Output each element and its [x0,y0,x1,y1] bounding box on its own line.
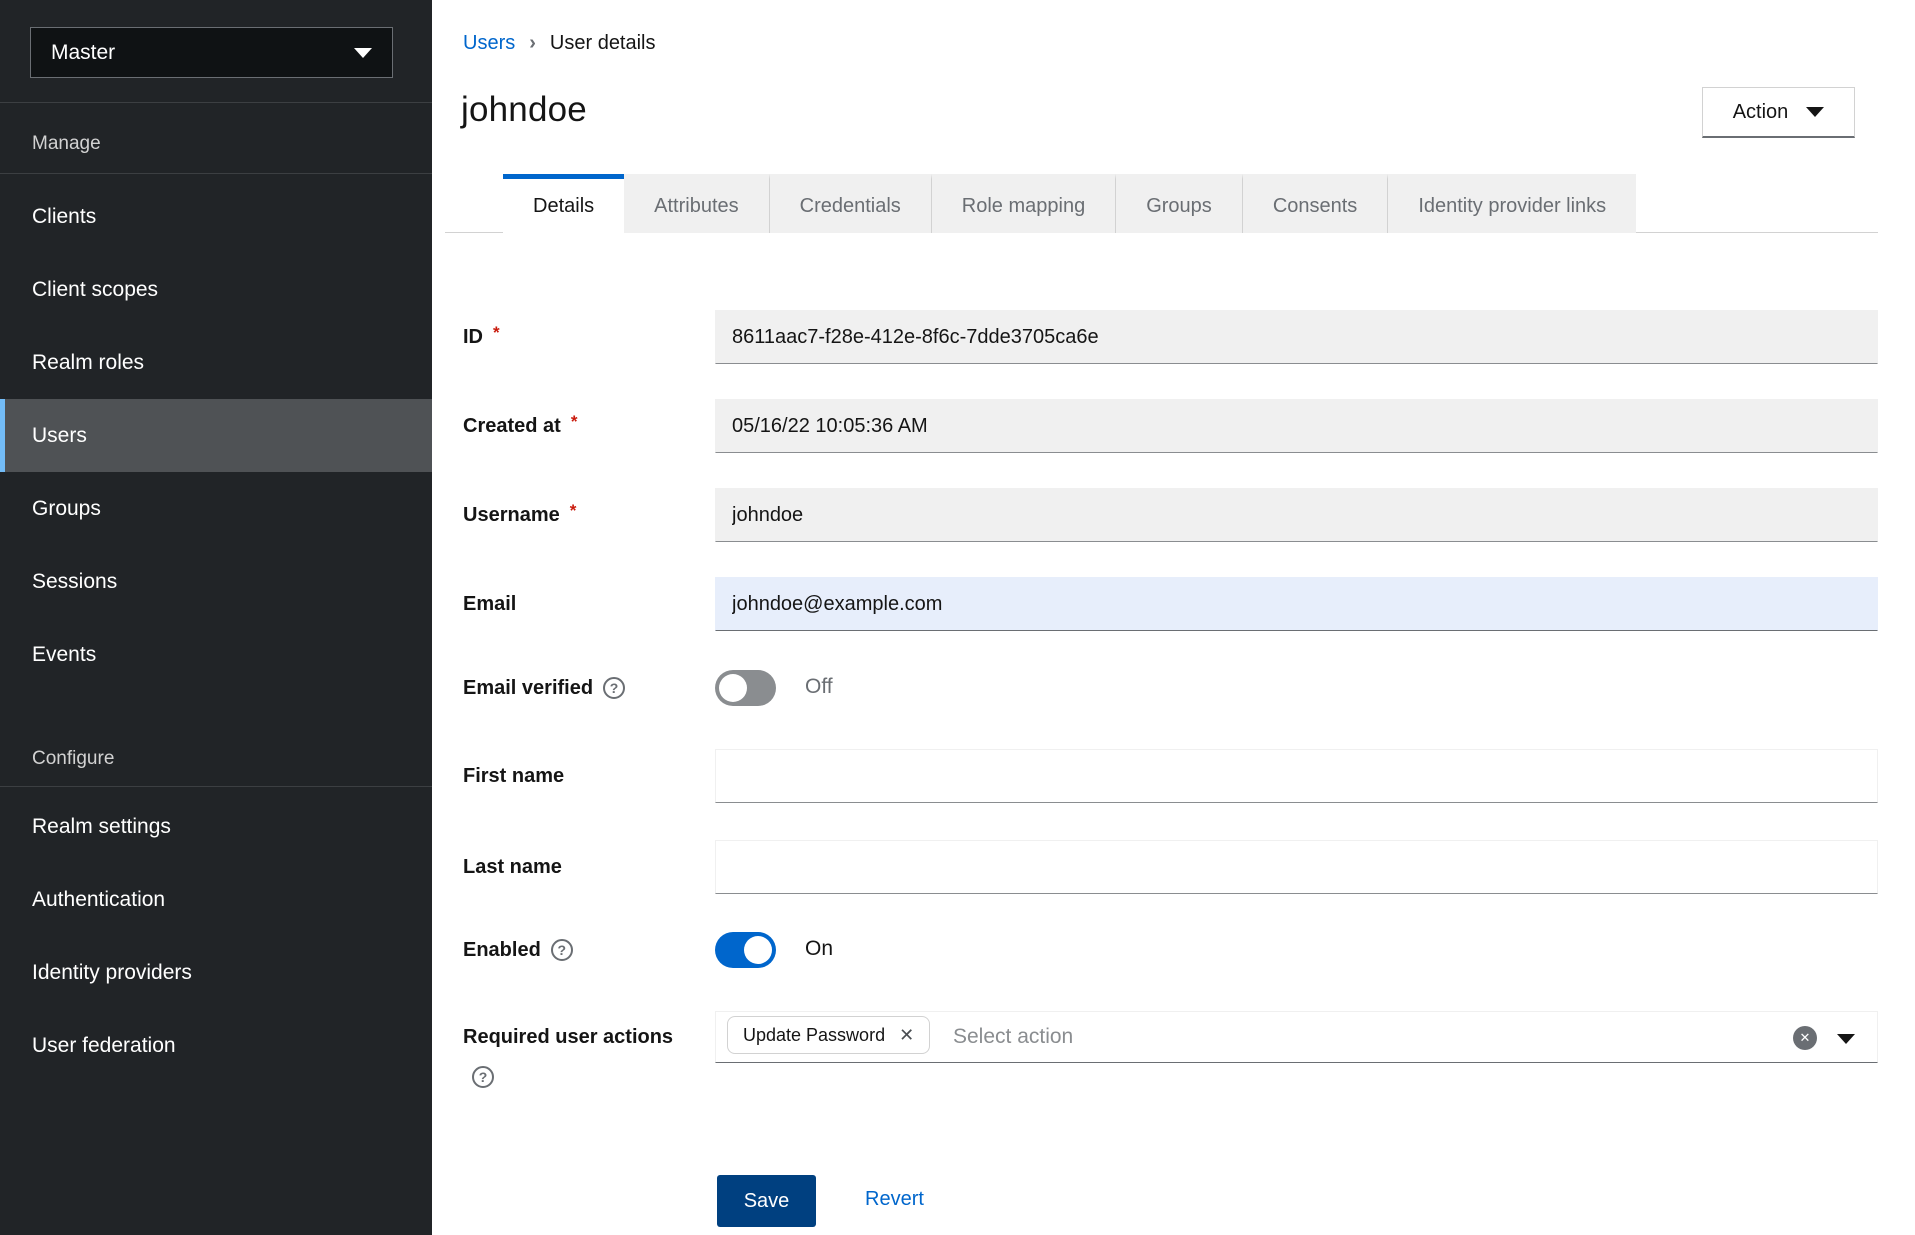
required-user-actions-select[interactable]: Update Password ✕ Select action ✕ [715,1011,1878,1063]
enabled-label: Enabled ? [463,932,573,968]
sidebar-item-clients[interactable]: Clients [0,180,432,253]
sidebar-divider [0,102,432,103]
chevron-down-icon [1806,107,1824,117]
enabled-state: On [805,937,833,961]
revert-link[interactable]: Revert [865,1188,924,1211]
sidebar-item-client-scopes[interactable]: Client scopes [0,253,432,326]
breadcrumb: Users › User details [463,32,656,55]
id-label: ID * [463,310,500,364]
required-asterisk: * [493,323,500,343]
nav-group-title-manage: Manage [32,133,101,155]
tab-details[interactable]: Details [503,174,624,233]
help-icon[interactable]: ? [472,1066,494,1088]
first-name-label: First name [463,749,564,803]
clear-selection-icon[interactable]: ✕ [1793,1026,1817,1050]
action-dropdown-label: Action [1733,101,1789,124]
enabled-toggle[interactable] [715,932,776,968]
action-dropdown-button[interactable]: Action [1702,87,1855,138]
sidebar-item-identity-providers[interactable]: Identity providers [0,936,432,1009]
chip-remove-icon[interactable]: ✕ [899,1025,914,1046]
realm-selector[interactable]: Master [30,27,393,78]
sidebar-item-groups[interactable]: Groups [0,472,432,545]
email-verified-label: Email verified ? [463,670,625,706]
created-at-field [715,399,1878,453]
sidebar-item-authentication[interactable]: Authentication [0,863,432,936]
toggle-knob [744,936,772,964]
chevron-down-icon[interactable] [1837,1034,1855,1044]
sidebar-item-user-federation[interactable]: User federation [0,1009,432,1082]
save-button[interactable]: Save [717,1175,816,1227]
breadcrumb-current: User details [550,32,656,55]
sidebar-divider [0,173,432,174]
sidebar-item-sessions[interactable]: Sessions [0,545,432,618]
required-asterisk: * [571,412,578,432]
email-verified-state: Off [805,675,833,699]
tab-consents[interactable]: Consents [1242,174,1388,233]
tab-role-mapping[interactable]: Role mapping [931,174,1115,233]
breadcrumb-link-users[interactable]: Users [463,32,515,55]
id-field [715,310,1878,364]
page-title: johndoe [461,90,587,130]
tab-groups[interactable]: Groups [1115,174,1242,233]
sidebar-item-events[interactable]: Events [0,618,432,691]
tab-identity-provider-links[interactable]: Identity provider links [1387,174,1636,233]
created-at-label: Created at * [463,399,577,453]
first-name-field[interactable] [715,749,1878,803]
help-icon[interactable]: ? [603,677,625,699]
email-label: Email [463,577,516,631]
username-label: Username * [463,488,576,542]
nav-group-title-configure: Configure [32,748,114,770]
required-asterisk: * [570,501,577,521]
email-verified-toggle[interactable] [715,670,776,706]
sidebar: Master Manage Clients Client scopes Real… [0,0,432,1235]
required-user-actions-label: Required user actions [463,1011,673,1063]
sidebar-item-realm-roles[interactable]: Realm roles [0,326,432,399]
sidebar-item-realm-settings[interactable]: Realm settings [0,790,432,863]
last-name-label: Last name [463,840,562,894]
chip-update-password: Update Password ✕ [727,1016,930,1054]
tab-bar: Details Attributes Credentials Role mapp… [503,174,1636,233]
select-action-placeholder[interactable]: Select action [953,1012,1073,1062]
sidebar-divider [0,786,432,787]
tab-attributes[interactable]: Attributes [624,174,768,233]
help-icon[interactable]: ? [551,939,573,961]
tab-credentials[interactable]: Credentials [769,174,931,233]
last-name-field[interactable] [715,840,1878,894]
breadcrumb-chevron-icon: › [529,32,536,55]
toggle-knob [719,674,747,702]
username-field [715,488,1878,542]
sidebar-item-users[interactable]: Users [0,399,432,472]
email-field[interactable] [715,577,1878,631]
realm-selector-label: Master [51,41,354,65]
chevron-down-icon [354,48,372,58]
